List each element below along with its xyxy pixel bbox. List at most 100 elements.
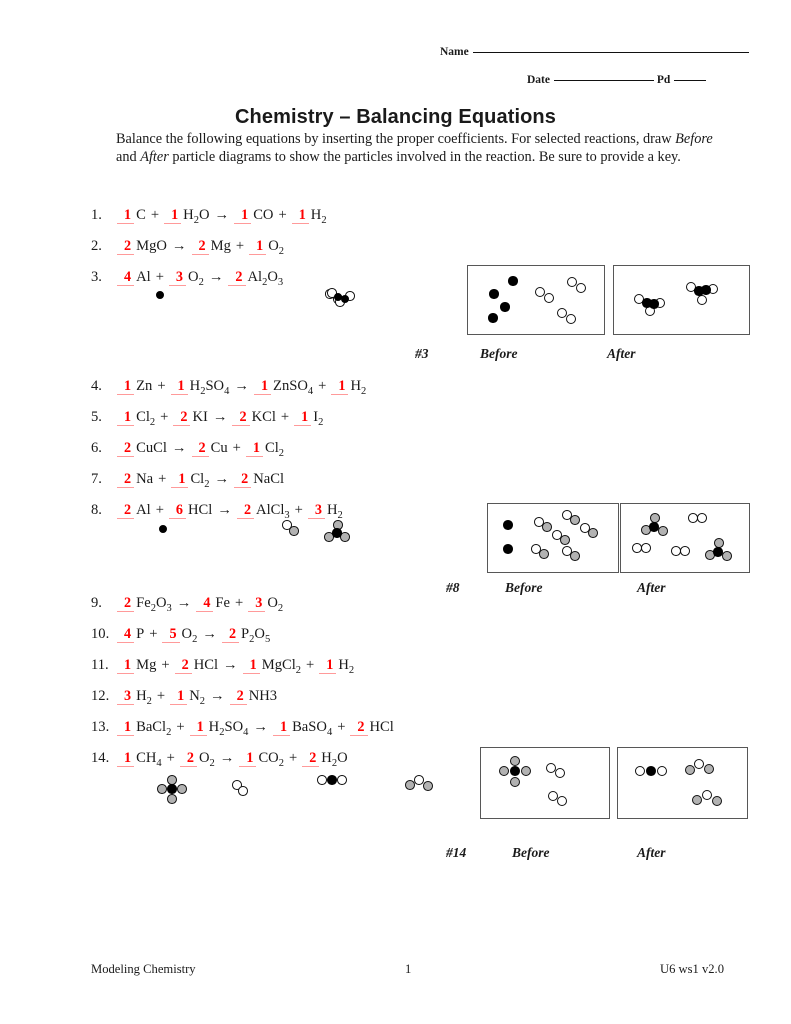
coefficient-blank[interactable]: 1 (117, 409, 135, 426)
coefficient-blank[interactable]: 1 (294, 409, 312, 426)
coefficient-blank[interactable]: 1 (117, 207, 135, 224)
equation-operator: → (217, 502, 232, 518)
equation-operator: + (155, 502, 164, 518)
chemical-formula: H2 (350, 378, 367, 397)
coefficient-blank[interactable]: 1 (117, 719, 135, 736)
chemical-formula: I2 (313, 409, 324, 428)
coefficient-blank[interactable]: 2 (117, 238, 135, 255)
diagram-label-14-before: Before (512, 845, 550, 860)
coefficient-blank[interactable]: 2 (234, 471, 252, 488)
coefficient-blank[interactable]: 1 (249, 238, 267, 255)
chemical-formula: Na (136, 471, 154, 487)
coefficient-blank[interactable]: 1 (117, 657, 135, 674)
pd-write-line[interactable] (674, 80, 707, 81)
key-atom-al (158, 524, 168, 534)
coefficient-blank[interactable]: 5 (162, 626, 180, 643)
particle-cl (542, 522, 552, 532)
coefficient-blank[interactable]: 2 (302, 750, 320, 767)
coefficient-blank[interactable]: 2 (191, 238, 209, 255)
coefficient-blank[interactable]: 1 (117, 378, 135, 395)
coefficient-blank[interactable]: 1 (164, 207, 182, 224)
coefficient-blank[interactable]: 2 (236, 502, 255, 519)
equation-row: 6. 2 CuCl → 2 Cu +1 Cl2 (91, 440, 284, 459)
coefficient-blank[interactable]: 6 (168, 502, 187, 519)
coefficient-blank[interactable]: 2 (228, 269, 246, 286)
coefficient-blank[interactable]: 1 (234, 207, 252, 224)
coefficient-blank[interactable]: 1 (245, 440, 263, 457)
date-pd-field[interactable]: Date Pd (527, 74, 707, 86)
equation-number: 3. (91, 269, 102, 285)
coefficient-blank[interactable]: 3 (117, 688, 135, 705)
equation-operator: + (294, 502, 303, 518)
particle-o (576, 283, 586, 293)
equation-operator: → (210, 688, 225, 704)
chemical-formula: H2O (183, 207, 210, 226)
coefficient-blank[interactable]: 1 (253, 378, 272, 395)
coefficient-blank[interactable]: 1 (242, 657, 260, 674)
particle-al (649, 299, 659, 309)
coefficient-blank[interactable]: 2 (174, 657, 192, 674)
chemical-formula: Fe (215, 595, 231, 611)
coefficient-blank[interactable]: 2 (232, 409, 250, 426)
equation-operator: + (235, 595, 244, 611)
coefficient-blank[interactable]: 3 (248, 595, 266, 612)
equation-operator: + (160, 409, 169, 425)
coefficient-blank[interactable]: 2 (117, 440, 135, 457)
key-atom-o (317, 775, 327, 785)
coefficient-blank[interactable]: 1 (239, 750, 257, 767)
coefficient-blank[interactable]: 1 (189, 719, 207, 736)
name-field[interactable]: Name (440, 46, 749, 58)
coefficient-blank[interactable]: 2 (117, 471, 135, 488)
coefficient-blank[interactable]: 1 (291, 207, 309, 224)
chemical-formula: CO2 (258, 750, 284, 769)
key-atom-al (332, 528, 342, 538)
name-write-line[interactable] (472, 52, 749, 53)
coefficient-blank[interactable]: 2 (117, 595, 135, 612)
coefficient-blank[interactable]: 3 (307, 502, 325, 519)
chemical-formula: KI (192, 409, 208, 425)
coefficient-blank[interactable]: 2 (173, 409, 191, 426)
coefficient-blank[interactable]: 2 (179, 750, 197, 767)
equation-operator: + (280, 409, 290, 425)
equation-number: 11. (91, 657, 109, 673)
chemical-formula: H2 (327, 502, 343, 521)
date-write-line[interactable] (554, 80, 654, 81)
instructions-before-word: Before (675, 131, 713, 147)
coefficient-blank[interactable]: 4 (117, 626, 135, 643)
coefficient-blank[interactable]: 2 (229, 688, 247, 705)
coefficient-blank[interactable]: 1 (117, 750, 135, 767)
coefficient-blank[interactable]: 1 (171, 471, 189, 488)
coefficient-blank[interactable]: 1 (272, 719, 291, 736)
equation-operator: → (212, 409, 228, 425)
page-title: Chemistry – Balancing Equations (235, 106, 556, 128)
equation-operator: + (149, 626, 158, 642)
coefficient-blank[interactable]: 2 (191, 440, 209, 457)
coefficient-blank[interactable]: 1 (331, 378, 349, 395)
particle-cl (570, 551, 580, 561)
equation-operator: + (158, 471, 167, 487)
diagram-label-8-before: Before (505, 580, 543, 595)
equation-operator: → (223, 657, 238, 673)
equation-number: 2. (91, 238, 102, 254)
equation-operator: + (157, 378, 166, 394)
coefficient-blank[interactable]: 2 (221, 626, 240, 643)
coefficient-blank[interactable]: 1 (170, 688, 188, 705)
coefficient-blank[interactable]: 2 (350, 719, 368, 736)
footer-right: U6 ws1 v2.0 (659, 962, 724, 976)
chemical-formula: Fe2O3 (136, 595, 172, 614)
coefficient-blank[interactable]: 1 (170, 378, 188, 395)
chemical-formula: CO (253, 207, 274, 223)
chemical-formula: Cl2 (136, 409, 156, 428)
equation-number: 5. (91, 409, 102, 425)
diagram-label-14-after: After (637, 845, 666, 860)
particle-al (649, 522, 659, 532)
particle-cl (588, 528, 598, 538)
coefficient-blank[interactable]: 1 (319, 657, 337, 674)
coefficient-blank[interactable]: 4 (196, 595, 214, 612)
coefficient-blank[interactable]: 4 (117, 269, 135, 286)
chemical-formula: P2O5 (241, 626, 271, 645)
coefficient-blank[interactable]: 2 (117, 502, 135, 519)
equation-operator: + (288, 750, 298, 766)
coefficient-blank[interactable]: 3 (168, 269, 187, 286)
chemical-formula: P (136, 626, 145, 642)
